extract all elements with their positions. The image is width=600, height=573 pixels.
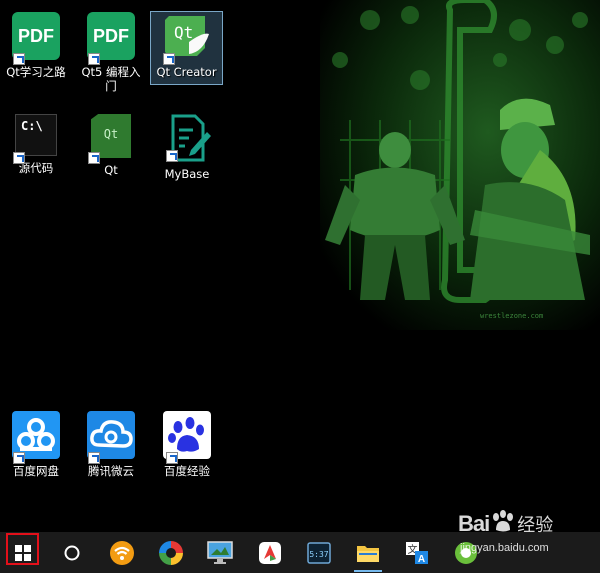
- desktop-icon-label: Qt Creator: [156, 65, 217, 79]
- shortcut-arrow-icon: [13, 152, 25, 164]
- cortana-circle-icon: [64, 545, 80, 560]
- taskbar-360-app-button[interactable]: [151, 532, 191, 573]
- desktop-icon-qt-creator[interactable]: Qt Qt Creator: [150, 11, 223, 85]
- baidu-jingyan-watermark: Bai 经验 jingyan.baidu.com: [458, 510, 554, 554]
- taskbar-wifi-app-button[interactable]: [102, 532, 142, 573]
- desktop-icon-label: Qt5 编程入门: [81, 65, 141, 93]
- desktop-icon-baidu-jingyan[interactable]: 百度经验: [154, 411, 220, 478]
- shortcut-arrow-icon: [13, 53, 25, 65]
- desktop-icon-mybase[interactable]: MyBase: [154, 114, 220, 181]
- translate-icon: 文 A: [406, 541, 428, 565]
- shortcut-arrow-icon: [13, 452, 25, 464]
- command-prompt-icon: C:\: [15, 114, 57, 156]
- baidu-paw-watermark-icon: [493, 510, 514, 532]
- digital-clock-app-icon: 5:37: [307, 541, 331, 564]
- shortcut-arrow-icon: [88, 452, 100, 464]
- taskbar-clock-app-button[interactable]: 5:37: [299, 532, 339, 573]
- taskbar-browser-button[interactable]: [250, 532, 290, 573]
- desktop-icon-source-code[interactable]: C:\ 源代码: [3, 114, 69, 175]
- desktop-icon-baidu-netdisk[interactable]: 百度网盘: [3, 411, 69, 478]
- watermark-brand: Bai: [458, 511, 490, 536]
- start-button[interactable]: [3, 532, 43, 573]
- shortcut-arrow-icon: [166, 452, 178, 464]
- cortana-search-button[interactable]: [52, 532, 92, 573]
- desktop-icon-label: 百度网盘: [13, 464, 59, 478]
- browser-app-icon: [259, 541, 281, 564]
- desktop-icon-label: 百度经验: [164, 464, 210, 478]
- desktop-icon-label: 腾讯微云: [88, 464, 134, 478]
- desktop-icon-tencent-weiyun[interactable]: 腾讯微云: [78, 411, 144, 478]
- desktop-icon-qt[interactable]: Qt Qt: [78, 114, 144, 177]
- svg-text:Qt: Qt: [174, 23, 193, 42]
- desktop-icon-label: Qt学习之路: [6, 65, 66, 79]
- taskbar-remote-desktop-button[interactable]: [200, 532, 240, 573]
- desktop-icon-label: Qt: [104, 163, 118, 177]
- monitor-app-icon: [207, 540, 233, 564]
- svg-text:5:37: 5:37: [309, 550, 328, 559]
- windows-logo-icon: [15, 544, 31, 561]
- taskbar-file-explorer-button[interactable]: [348, 532, 388, 573]
- desktop-wallpaper: [300, 0, 600, 530]
- folder-icon: [357, 545, 379, 562]
- desktop-icon-label: MyBase: [164, 167, 210, 181]
- shortcut-arrow-icon: [166, 150, 178, 162]
- watermark-url: jingyan.baidu.com: [460, 542, 549, 554]
- shortcut-arrow-icon: [88, 53, 100, 65]
- shortcut-arrow-icon: [88, 152, 100, 164]
- svg-text:A: A: [418, 554, 425, 565]
- wallpaper-credit: wrestlezone.com: [480, 312, 544, 320]
- desktop-icon-qt5-programming-pdf[interactable]: PDF Qt5 编程入门: [78, 12, 144, 93]
- desktop-icon-qt-study-pdf[interactable]: PDF Qt学习之路: [3, 12, 69, 79]
- taskbar-translate-button[interactable]: 文 A: [397, 532, 437, 573]
- watermark-brand-suffix: 经验: [517, 515, 554, 535]
- color-ring-app-icon: [159, 540, 183, 565]
- shortcut-arrow-icon: [163, 53, 175, 65]
- wifi-app-icon: [110, 540, 134, 565]
